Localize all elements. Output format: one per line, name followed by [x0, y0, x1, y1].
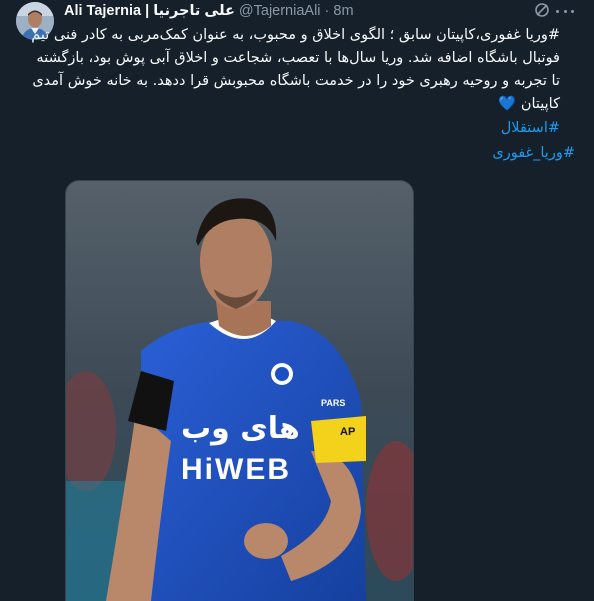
tweet-text: #وریا غفوری،کاپیتان سابق ؛ الگوی اخلاق و… — [31, 24, 576, 174]
player-photo — [66, 181, 413, 601]
heart-emoji-icon: 💙 — [498, 96, 517, 112]
grok-icon[interactable] — [534, 2, 550, 18]
jersey-sponsor-en: HiWEB — [181, 453, 291, 486]
display-name[interactable]: Ali Tajernia | علی تاجرنیا — [64, 2, 235, 20]
tweet-time[interactable]: 8m — [333, 2, 353, 20]
captain-armband-text: AP — [340, 426, 356, 438]
tweet-line-4: کاپیتان 💙 — [498, 93, 560, 116]
tweet-line-4-text: کاپیتان — [520, 96, 560, 112]
tweet-line-2: فوتبال باشگاه اضافه شد. وریا سال‌ها با ت… — [36, 47, 560, 70]
hashtag-vorya-ghafouri[interactable]: #وریا_غفوری — [492, 142, 575, 165]
separator-dot: · — [324, 3, 330, 19]
tweet-line-1-text: #وریا غفوری،کاپیتان سابق ؛ الگوی اخلاق و… — [31, 27, 560, 43]
sleeve-sponsor-text: PARS — [321, 398, 346, 408]
hashtag-esteghlal[interactable]: #استقلال — [501, 117, 560, 140]
jersey-sponsor-fa: های وب — [181, 411, 300, 446]
tweet-header: Ali Tajernia | علی تاجرنیا @TajerniaAli … — [64, 2, 534, 20]
tweet-line-1: #وریا غفوری،کاپیتان سابق ؛ الگوی اخلاق و… — [31, 24, 560, 47]
user-handle[interactable]: @TajerniaAli — [239, 2, 321, 20]
tweet-line-3-text: تا تجربه و روحیه رهبری خود را در خدمت با… — [32, 73, 560, 89]
tweet-line-3: تا تجربه و روحیه رهبری خود را در خدمت با… — [32, 70, 560, 93]
tweet-line-2-text: فوتبال باشگاه اضافه شد. وریا سال‌ها با ت… — [36, 50, 560, 66]
more-icon[interactable] — [556, 4, 574, 18]
tweet-photo[interactable]: های وب HiWEB AP PARS — [65, 180, 414, 601]
